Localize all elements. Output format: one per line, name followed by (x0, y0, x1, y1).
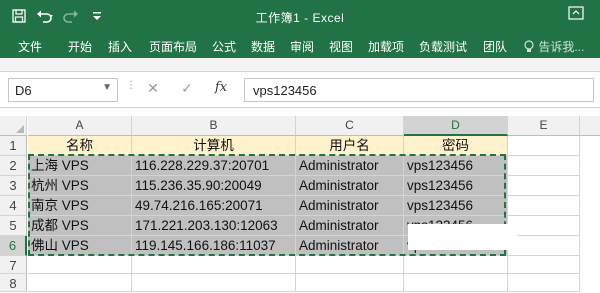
cell-e3[interactable] (508, 176, 580, 196)
row-header-2[interactable]: 2 (0, 156, 27, 176)
header-cell-name[interactable]: 名称 (28, 136, 132, 156)
column-header-c[interactable]: C (296, 116, 404, 136)
table-cell[interactable]: vps123456 (404, 156, 508, 176)
name-box[interactable]: D6 ▼ (8, 78, 118, 102)
column-header-e[interactable]: E (508, 116, 580, 136)
tab-data[interactable]: 数据 (251, 38, 275, 55)
ribbon-tabs: 文件 开始 插入 页面布局 公式 数据 审阅 视图 加载项 负载测试 团队 告诉… (0, 32, 600, 58)
cell-b7[interactable] (132, 256, 296, 274)
cell-e2[interactable] (508, 156, 580, 176)
select-all-button[interactable] (0, 116, 27, 136)
column-header-a[interactable]: A (28, 116, 132, 136)
tell-me-label: 告诉我... (538, 40, 585, 54)
row-header-1[interactable]: 1 (0, 136, 27, 156)
table-cell[interactable]: 成都 VPS (28, 216, 132, 236)
table-cell[interactable]: vps123456 (404, 176, 508, 196)
tab-load-test[interactable]: 负载测试 (419, 38, 467, 55)
table-cell[interactable]: Administrator (296, 176, 404, 196)
cell-d8[interactable] (404, 274, 508, 292)
cell-e1[interactable] (508, 136, 580, 156)
chevron-down-icon[interactable]: ▼ (102, 82, 112, 93)
header-cell-computer[interactable]: 计算机 (132, 136, 296, 156)
tab-team[interactable]: 团队 (483, 38, 507, 55)
table-cell[interactable]: Administrator (296, 216, 404, 236)
cell-b8[interactable] (132, 274, 296, 292)
cell-d7[interactable] (404, 256, 508, 274)
table-cell[interactable]: 116.228.229.37:20701 (132, 156, 296, 176)
table-cell[interactable]: 佛山 VPS (28, 236, 132, 256)
column-header-f[interactable] (580, 116, 600, 136)
white-overlay (408, 224, 518, 250)
title-bar: 工作簿1 - Excel (0, 0, 600, 32)
row-header-4[interactable]: 4 (0, 196, 27, 216)
column-header-d[interactable]: D (404, 116, 508, 136)
table-cell[interactable]: vps123456 (404, 196, 508, 216)
table-cell[interactable]: 杭州 VPS (28, 176, 132, 196)
column-header-b[interactable]: B (132, 116, 296, 136)
table-cell[interactable]: Administrator (296, 196, 404, 216)
cell-c7[interactable] (296, 256, 404, 274)
row-header-6[interactable]: 6 (0, 236, 27, 256)
lightbulb-icon (523, 40, 535, 56)
enter-icon[interactable]: ✓ (178, 80, 196, 100)
worksheet-grid[interactable]: A B C D E 1 2 3 4 5 6 7 8 名称 计算机 用户名 密码 … (0, 108, 600, 292)
tab-formulas[interactable]: 公式 (212, 38, 236, 55)
table-cell[interactable]: 上海 VPS (28, 156, 132, 176)
table-cell[interactable]: Administrator (296, 156, 404, 176)
cell-a8[interactable] (28, 274, 132, 292)
formula-input[interactable]: vps123456 (244, 78, 594, 102)
grip-icon[interactable]: ⋮ (126, 81, 136, 91)
cell-e7[interactable] (508, 256, 580, 274)
cell-c8[interactable] (296, 274, 404, 292)
tab-page-layout[interactable]: 页面布局 (149, 38, 197, 55)
ribbon-collapsed-area (0, 58, 600, 72)
tab-home[interactable]: 开始 (68, 38, 92, 55)
table-cell[interactable]: 119.145.166.186:11037 (132, 236, 296, 256)
table-cell[interactable]: 49.74.216.165:20071 (132, 196, 296, 216)
tab-file[interactable]: 文件 (18, 38, 42, 55)
row-header-7[interactable]: 7 (0, 256, 27, 274)
row-header-3[interactable]: 3 (0, 176, 27, 196)
table-cell[interactable]: 115.236.35.90:20049 (132, 176, 296, 196)
insert-function-icon[interactable]: fx (212, 80, 230, 100)
name-box-value: D6 (15, 83, 32, 98)
cell-e4[interactable] (508, 196, 580, 216)
table-cell[interactable]: 171.221.203.130:12063 (132, 216, 296, 236)
tab-review[interactable]: 审阅 (290, 38, 314, 55)
cell-e5[interactable] (508, 216, 580, 236)
cell-a7[interactable] (28, 256, 132, 274)
row-header-8[interactable]: 8 (0, 274, 27, 292)
cell-e8[interactable] (508, 274, 580, 292)
ribbon-display-options-icon[interactable] (568, 6, 586, 24)
tell-me-box[interactable]: 告诉我... (523, 38, 584, 56)
header-cell-username[interactable]: 用户名 (296, 136, 404, 156)
cancel-icon[interactable]: ✕ (144, 80, 162, 100)
header-cell-password[interactable]: 密码 (404, 136, 508, 156)
row-header-5[interactable]: 5 (0, 216, 27, 236)
tab-view[interactable]: 视图 (329, 38, 353, 55)
table-cell[interactable]: 南京 VPS (28, 196, 132, 216)
table-cell[interactable]: Administrator (296, 236, 404, 256)
cell-e6[interactable] (508, 236, 580, 256)
tab-insert[interactable]: 插入 (108, 38, 132, 55)
formula-bar: D6 ▼ ⋮ ✕ ✓ fx vps123456 (0, 72, 600, 108)
tab-addins[interactable]: 加载项 (368, 38, 404, 55)
window-title: 工作簿1 - Excel (255, 11, 345, 25)
